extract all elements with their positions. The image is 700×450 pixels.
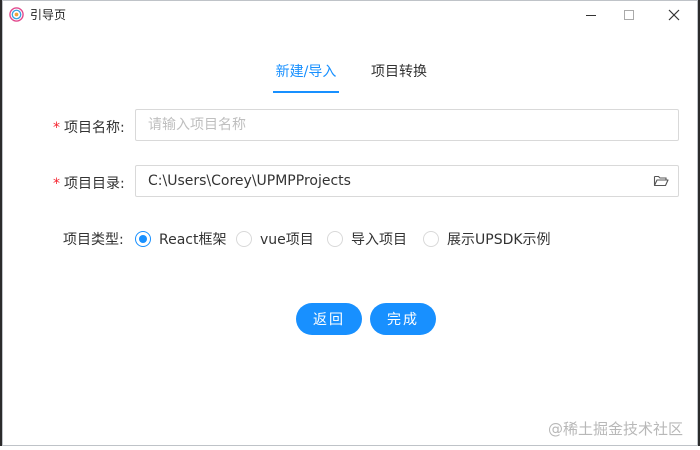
folder-open-icon[interactable] [653,173,669,189]
minimize-icon [586,15,596,16]
done-button[interactable]: 完成 [370,303,436,335]
radio-import-label: 导入项目 [351,232,407,248]
title-bar[interactable]: 引导页 [3,1,697,29]
radio-vue[interactable]: vue项目 [236,229,314,249]
project-type-label: 项目类型: [63,232,124,248]
maximize-button[interactable] [609,1,649,29]
window-title: 引导页 [30,8,67,22]
guide-window: 引导页 新建/导入 项目转换 *项目名称: *项目目录: 项目类型: [2,0,698,446]
radio-vue-label: vue项目 [260,232,314,248]
close-icon [668,9,680,21]
project-dir-input[interactable] [135,165,679,197]
maximize-icon [624,10,634,20]
minimize-button[interactable] [571,1,611,29]
project-name-label: * 项目名称: [53,117,125,137]
app-logo-icon [9,7,24,22]
back-button[interactable]: 返回 [296,303,362,335]
radio-unchecked-icon [236,231,252,247]
radio-upsdk-demo-label: 展示UPSDK示例 [447,232,551,248]
tab-new-import[interactable]: 新建/导入 [273,61,339,93]
radio-react[interactable]: React框架 [135,229,226,249]
project-name-input[interactable] [135,109,679,141]
radio-unchecked-icon [423,231,439,247]
radio-checked-icon [135,231,151,247]
project-name-label-text: 项目名称: [64,120,125,136]
project-dir-label-text: 项目目录: [64,176,125,192]
radio-unchecked-icon [327,231,343,247]
radio-upsdk-demo[interactable]: 展示UPSDK示例 [423,229,551,249]
desktop-edge-bottom [0,446,700,450]
watermark-text: @稀土掘金技术社区 [547,420,683,438]
project-dir-label: * 项目目录: [53,173,125,193]
tab-project-convert[interactable]: 项目转换 [367,61,431,93]
radio-import[interactable]: 导入项目 [327,229,407,249]
close-button[interactable] [654,1,694,29]
radio-react-label: React框架 [159,232,227,248]
required-mark: * [53,120,60,136]
required-mark: * [53,176,60,192]
